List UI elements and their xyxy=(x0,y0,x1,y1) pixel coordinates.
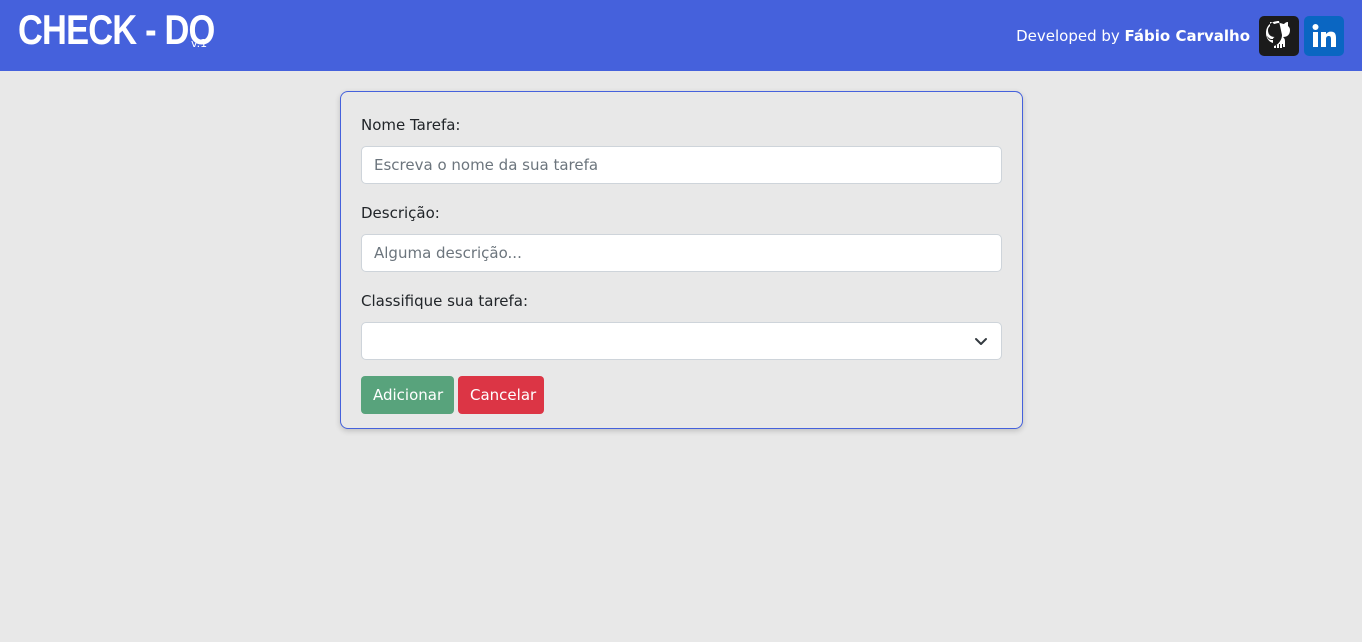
brand: CHECK - DO v.1 xyxy=(18,0,215,71)
developer-info: Developed by Fábio Carvalho xyxy=(1016,15,1344,56)
form-actions: Adicionar Cancelar xyxy=(361,376,1002,414)
classification-select[interactable] xyxy=(361,322,1002,360)
task-name-input[interactable] xyxy=(361,146,1002,184)
linkedin-icon xyxy=(1312,23,1336,47)
description-input[interactable] xyxy=(361,234,1002,272)
add-button[interactable]: Adicionar xyxy=(361,376,454,414)
chevron-down-icon xyxy=(975,338,987,345)
github-icon xyxy=(1266,20,1290,48)
classification-label: Classifique sua tarefa: xyxy=(361,292,529,310)
app-title: CHECK - DO xyxy=(18,6,215,53)
cancel-button[interactable]: Cancelar xyxy=(458,376,544,414)
top-navbar: CHECK - DO v.1 Developed by Fábio Carval… xyxy=(0,0,1362,71)
developer-credit: Developed by Fábio Carvalho xyxy=(1016,27,1250,45)
task-name-label: Nome Tarefa: xyxy=(361,116,461,134)
developed-by-text: Developed by xyxy=(1016,26,1120,45)
linkedin-link[interactable] xyxy=(1304,15,1344,56)
description-label: Descrição: xyxy=(361,204,440,222)
classification-select-box[interactable] xyxy=(361,322,1002,360)
github-link[interactable] xyxy=(1259,15,1299,56)
task-form-card: Nome Tarefa: Descrição: Classifique sua … xyxy=(340,91,1023,429)
author-name: Fábio Carvalho xyxy=(1124,26,1250,45)
